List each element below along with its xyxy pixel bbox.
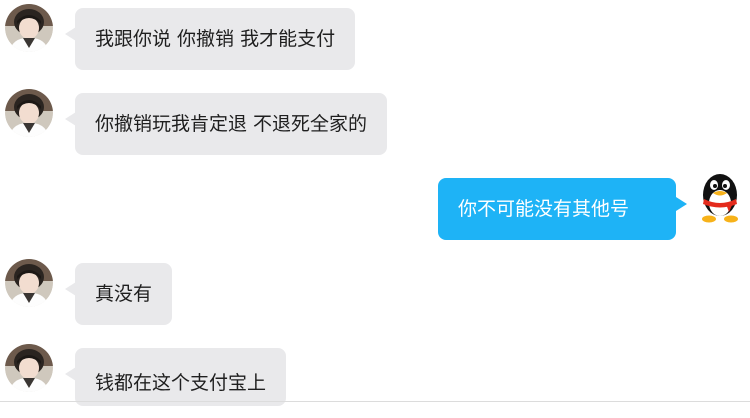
user-avatar[interactable] bbox=[5, 259, 53, 307]
message-row: 我跟你说 你撤销 我才能支付 bbox=[0, 0, 750, 75]
chat-window: 我跟你说 你撤销 我才能支付 你撤销玩我肯定退 不退死全家的 你不可能没有其他号 bbox=[0, 0, 750, 409]
incoming-message-bubble[interactable]: 钱都在这个支付宝上 bbox=[75, 348, 287, 406]
user-avatar[interactable] bbox=[5, 344, 53, 392]
qq-penguin-icon bbox=[702, 174, 738, 223]
message-text: 我跟你说 你撤销 我才能支付 bbox=[95, 28, 336, 50]
user-avatar-icon bbox=[5, 259, 53, 307]
message-text: 钱都在这个支付宝上 bbox=[95, 372, 267, 394]
outgoing-message-bubble[interactable]: 你不可能没有其他号 bbox=[438, 178, 676, 240]
divider bbox=[0, 401, 750, 402]
user-avatar[interactable] bbox=[5, 4, 53, 52]
bubble-tail bbox=[676, 197, 687, 211]
user-avatar-icon bbox=[5, 344, 53, 392]
message-row: 钱都在这个支付宝上 bbox=[0, 340, 750, 409]
incoming-message-bubble[interactable]: 你撤销玩我肯定退 不退死全家的 bbox=[75, 93, 388, 155]
message-row: 你撤销玩我肯定退 不退死全家的 bbox=[0, 85, 750, 160]
qq-penguin-avatar[interactable] bbox=[695, 170, 743, 223]
message-row: 你不可能没有其他号 bbox=[0, 170, 750, 245]
user-avatar-icon bbox=[5, 89, 53, 137]
message-row: 真没有 bbox=[0, 255, 750, 330]
incoming-message-bubble[interactable]: 我跟你说 你撤销 我才能支付 bbox=[75, 8, 356, 70]
message-text: 真没有 bbox=[95, 283, 153, 305]
incoming-message-bubble[interactable]: 真没有 bbox=[75, 263, 173, 325]
message-text: 你撤销玩我肯定退 不退死全家的 bbox=[95, 113, 368, 135]
user-avatar-icon bbox=[5, 4, 53, 52]
message-text: 你不可能没有其他号 bbox=[458, 198, 630, 220]
user-avatar[interactable] bbox=[5, 89, 53, 137]
